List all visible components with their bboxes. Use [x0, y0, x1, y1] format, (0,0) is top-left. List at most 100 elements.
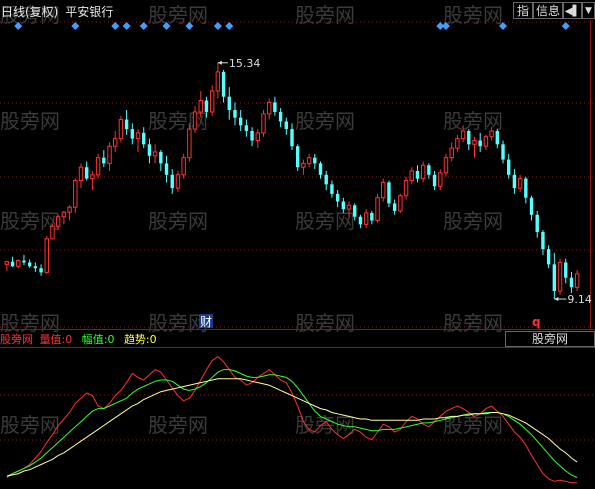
- candle-body: [73, 180, 78, 208]
- candle-body: [363, 212, 369, 225]
- candle-body: [313, 157, 317, 164]
- candle-body: [238, 117, 243, 126]
- price-annotations: 15.34 9.14 财 q: [199, 57, 592, 329]
- candle-body: [278, 111, 283, 122]
- candle-body: [409, 170, 414, 182]
- candle-body: [215, 71, 221, 92]
- candle-body: [164, 163, 169, 175]
- candle-body: [255, 132, 260, 142]
- candlestick-series: [4, 62, 580, 300]
- legend-volume: 量值:0: [39, 333, 73, 346]
- candle-body: [324, 174, 328, 185]
- candle-body: [118, 119, 124, 140]
- candle-body: [39, 268, 43, 273]
- candle-body: [517, 178, 523, 189]
- candle-body: [535, 214, 539, 232]
- candle-body: [273, 102, 277, 112]
- candle-body: [124, 119, 129, 130]
- candle-body: [233, 110, 237, 118]
- candle-body: [306, 157, 312, 164]
- signal-diamond: [213, 22, 222, 30]
- candle-body: [546, 249, 551, 265]
- index-button[interactable]: 指: [513, 2, 533, 19]
- chart-title: 日线(复权) 平安银行: [1, 3, 113, 20]
- candle-body: [507, 159, 511, 175]
- candle-body: [472, 140, 477, 145]
- signal-diamond: [111, 22, 120, 30]
- candle-body: [187, 128, 192, 159]
- candle-body: [341, 201, 346, 210]
- candle-body: [495, 130, 500, 145]
- candle-body: [330, 184, 334, 194]
- candle-body: [198, 100, 203, 113]
- dropdown-button[interactable]: ▼: [582, 2, 595, 19]
- candle-body: [170, 174, 174, 189]
- candle-body: [61, 211, 67, 218]
- candle-body: [524, 178, 528, 198]
- indicator-legend: 股旁网 量值:0 幅值:0 趋势:0: [0, 331, 157, 346]
- high-price-label: 15.34: [229, 57, 261, 70]
- indicator-tab[interactable]: 股旁网: [505, 331, 595, 347]
- signal-diamond: [71, 22, 80, 30]
- candle-body: [557, 261, 563, 292]
- collapse-button[interactable]: ◀▌: [563, 2, 582, 19]
- candle-body: [375, 197, 380, 222]
- candle-body: [501, 144, 505, 160]
- watermark-text: 股旁网: [148, 209, 208, 233]
- candle-body: [227, 96, 231, 111]
- signal-diamond: [122, 22, 131, 30]
- candle-body: [10, 261, 15, 267]
- candle-body: [427, 165, 431, 175]
- candle-body: [455, 138, 460, 149]
- candle-body: [44, 238, 49, 273]
- candle-body: [147, 144, 152, 156]
- candle-body: [318, 163, 323, 175]
- signal-diamond: [561, 22, 570, 30]
- candle-body: [420, 164, 426, 180]
- q-marker: q: [532, 315, 541, 329]
- chart-canvas: 股旁网 股旁网 股旁网 股旁网股旁网 股旁网 股旁网 股旁网股旁网 股旁网 股旁网 股旁网股旁网股…: [0, 3, 595, 484]
- signal-diamond: [139, 22, 148, 30]
- watermark-text: 股旁网: [295, 109, 355, 133]
- watermark-text: 股旁网: [443, 209, 503, 233]
- candle-body: [387, 182, 391, 204]
- candle-body: [370, 212, 374, 221]
- candle-body: [204, 100, 209, 112]
- candle-body: [460, 130, 466, 140]
- candle-body: [415, 171, 420, 179]
- watermark-text: 股旁网: [295, 3, 355, 27]
- candle-body: [181, 157, 186, 176]
- watermark-text: 股旁网: [148, 413, 208, 437]
- candle-body: [152, 151, 158, 157]
- candle-body: [403, 180, 409, 197]
- candle-body: [574, 273, 580, 288]
- candle-body: [16, 260, 21, 267]
- candle-body: [552, 264, 557, 292]
- watermark-text: 股旁网: [443, 3, 503, 27]
- candle-body: [512, 174, 517, 189]
- info-button[interactable]: 信息: [533, 2, 563, 19]
- stock-name: 平安银行: [65, 5, 114, 19]
- candle-body: [432, 174, 437, 187]
- candle-body: [438, 172, 443, 187]
- candle-body: [449, 147, 454, 159]
- candle-body: [130, 129, 135, 139]
- candle-body: [78, 166, 84, 182]
- candle-body: [84, 167, 89, 179]
- candle-body: [192, 111, 198, 130]
- candle-body: [135, 132, 141, 140]
- watermark-text: 股旁网: [443, 109, 503, 133]
- candle-body: [4, 261, 10, 265]
- watermark-text: 股旁网: [295, 209, 355, 233]
- candle-body: [284, 121, 289, 130]
- candle-body: [107, 145, 112, 164]
- candle-body: [353, 205, 357, 217]
- candle-body: [22, 260, 26, 263]
- legend-trend: 趋势:0: [123, 333, 157, 346]
- candle-body: [266, 101, 272, 115]
- low-arrow-head: [554, 297, 559, 302]
- candle-body: [244, 125, 249, 131]
- candle-body: [398, 195, 403, 212]
- candle-body: [33, 266, 38, 269]
- candle-body: [250, 130, 254, 141]
